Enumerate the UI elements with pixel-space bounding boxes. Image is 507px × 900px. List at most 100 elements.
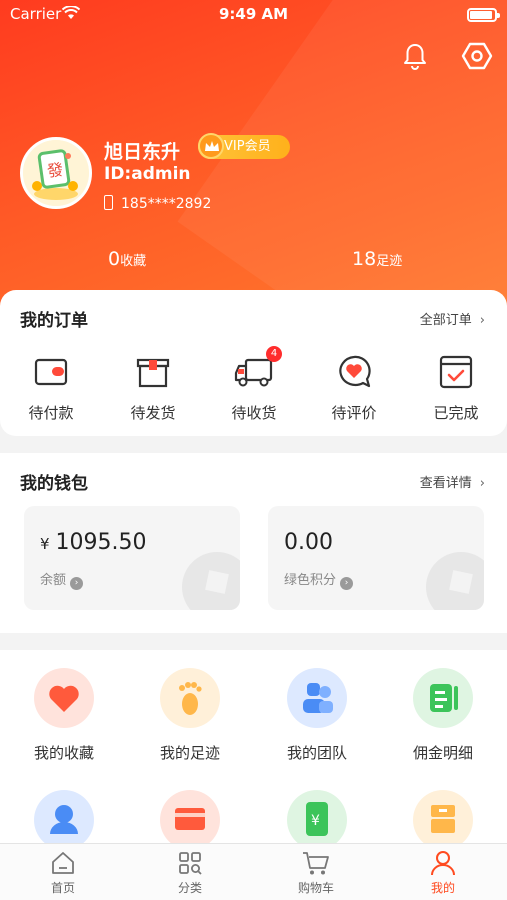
tab-label: 分类 xyxy=(177,881,202,895)
service-label: 我的足迹 xyxy=(159,744,220,762)
bell-icon[interactable] xyxy=(399,40,431,72)
order-label: 待评价 xyxy=(331,404,377,422)
order-completed[interactable]: 已完成 xyxy=(421,354,491,423)
balance-label: 余额 xyxy=(40,573,67,588)
avatar[interactable]: 發 xyxy=(20,137,92,209)
order-label: 已完成 xyxy=(433,404,479,422)
points-label: 绿色积分 xyxy=(284,573,337,588)
svg-text:發: 發 xyxy=(46,160,65,181)
service-favorites[interactable]: 我的收藏 xyxy=(9,668,119,763)
team-icon xyxy=(303,683,333,713)
tab-cart[interactable]: 购物车 xyxy=(276,849,356,896)
service-icon-bg xyxy=(34,790,94,850)
decoration-icon xyxy=(426,552,484,610)
balance-box[interactable]: ¥1095.50 余额 › xyxy=(24,506,240,610)
battery-icon xyxy=(467,8,500,22)
tab-category[interactable]: 分类 xyxy=(150,849,230,896)
phone-row: 185****2892 xyxy=(104,195,211,212)
service-yuan[interactable]: ¥ xyxy=(262,790,372,850)
service-footprints[interactable]: 我的足迹 xyxy=(135,668,245,763)
card-icon xyxy=(175,808,205,830)
wallet-title: 我的钱包 xyxy=(20,474,88,494)
arrow-circle-icon: › xyxy=(70,577,84,590)
service-icon-bg xyxy=(287,668,347,728)
profile-header: Carrier 9:49 AM 發 旭日东升 VIP会员 ID:admin 18… xyxy=(0,0,507,320)
stat-label: 足迹 xyxy=(376,254,403,269)
category-icon xyxy=(179,852,202,875)
service-label: 佣金明细 xyxy=(412,744,473,762)
points-amount: 0.00 xyxy=(284,530,333,555)
order-label: 待付款 xyxy=(28,404,74,422)
phone-icon xyxy=(104,195,113,210)
wallet-icon xyxy=(34,358,68,386)
crown-icon xyxy=(198,133,224,159)
order-count-badge: 4 xyxy=(266,346,282,362)
service-team[interactable]: 我的团队 xyxy=(262,668,372,763)
service-icon-bg xyxy=(413,668,473,728)
footprint-icon xyxy=(179,682,202,715)
service-icon-bg xyxy=(160,668,220,728)
balance-amount: ¥1095.50 xyxy=(40,530,147,555)
order-pending-review[interactable]: 待评价 xyxy=(319,354,389,423)
tab-home[interactable]: 首页 xyxy=(23,849,103,896)
status-bar: Carrier 9:49 AM xyxy=(0,0,507,30)
arrow-circle-icon: › xyxy=(340,577,354,590)
stat-label: 收藏 xyxy=(120,254,147,269)
service-icon-bg xyxy=(34,668,94,728)
points-box[interactable]: 0.00 绿色积分 › xyxy=(268,506,484,610)
box-icon xyxy=(136,358,170,388)
tab-label: 我的 xyxy=(430,881,455,895)
home-icon xyxy=(52,852,74,874)
service-icon-bg xyxy=(413,790,473,850)
services-card: 我的收藏 我的足迹 我的团队 佣金明细 ¥ xyxy=(0,650,507,850)
order-pending-shipment[interactable]: 待发货 xyxy=(118,354,188,423)
chevron-right-icon: › xyxy=(479,313,485,328)
clock: 9:49 AM xyxy=(218,5,289,23)
points-value: 0.00 xyxy=(284,530,333,555)
order-label: 待收货 xyxy=(231,404,277,422)
wallet-details-link[interactable]: 查看详情 › xyxy=(420,472,485,491)
profile-icon xyxy=(431,851,455,876)
balance-value: 1095.50 xyxy=(55,530,147,555)
service-card[interactable] xyxy=(135,790,245,850)
decoration-icon xyxy=(182,552,240,610)
stat-favorites[interactable]: 0收藏 xyxy=(108,248,146,270)
stat-value: 0 xyxy=(108,248,121,270)
chevron-right-icon: › xyxy=(479,476,485,491)
order-pending-payment[interactable]: 待付款 xyxy=(16,354,86,423)
stat-value: 18 xyxy=(352,248,377,270)
service-commission[interactable]: 佣金明细 xyxy=(388,668,498,763)
service-icon-bg xyxy=(160,790,220,850)
username: 旭日东升 xyxy=(104,141,181,163)
vip-label: VIP会员 xyxy=(224,139,271,154)
check-calendar-icon xyxy=(439,355,473,389)
user-id: ID:admin xyxy=(104,164,191,184)
stat-footprints[interactable]: 18足迹 xyxy=(352,248,402,270)
drawer-icon xyxy=(431,805,455,833)
cart-icon xyxy=(303,852,329,875)
currency-symbol: ¥ xyxy=(40,535,50,553)
commission-icon xyxy=(430,684,458,712)
tab-label: 购物车 xyxy=(297,881,334,895)
vip-badge[interactable]: VIP会员 xyxy=(198,133,290,159)
order-pending-receipt[interactable]: 4 待收货 xyxy=(219,346,289,423)
order-label: 待发货 xyxy=(130,404,176,422)
all-orders-label: 全部订单 xyxy=(419,313,472,328)
settings-icon[interactable] xyxy=(461,40,493,72)
wallet-details-label: 查看详情 xyxy=(419,476,472,491)
balance-sub: 余额 › xyxy=(40,569,84,590)
service-profile[interactable] xyxy=(9,790,119,850)
tab-label: 首页 xyxy=(50,881,75,895)
mahjong-avatar-icon: 發 xyxy=(23,140,89,206)
service-icon-bg: ¥ xyxy=(287,790,347,850)
user-icon xyxy=(50,805,78,834)
svg-text:¥: ¥ xyxy=(311,813,320,829)
phone-number: 185****2892 xyxy=(121,196,212,212)
wallet-card: 我的钱包 查看详情 › ¥1095.50 余额 › 0.00 绿色积分 › xyxy=(0,453,507,633)
comment-heart-icon xyxy=(339,355,371,388)
tab-bar: 首页 分类 购物车 我的 xyxy=(0,843,507,900)
tab-profile[interactable]: 我的 xyxy=(403,849,483,896)
heart-icon xyxy=(49,685,79,712)
service-drawer[interactable] xyxy=(388,790,498,850)
all-orders-link[interactable]: 全部订单 › xyxy=(420,309,485,328)
